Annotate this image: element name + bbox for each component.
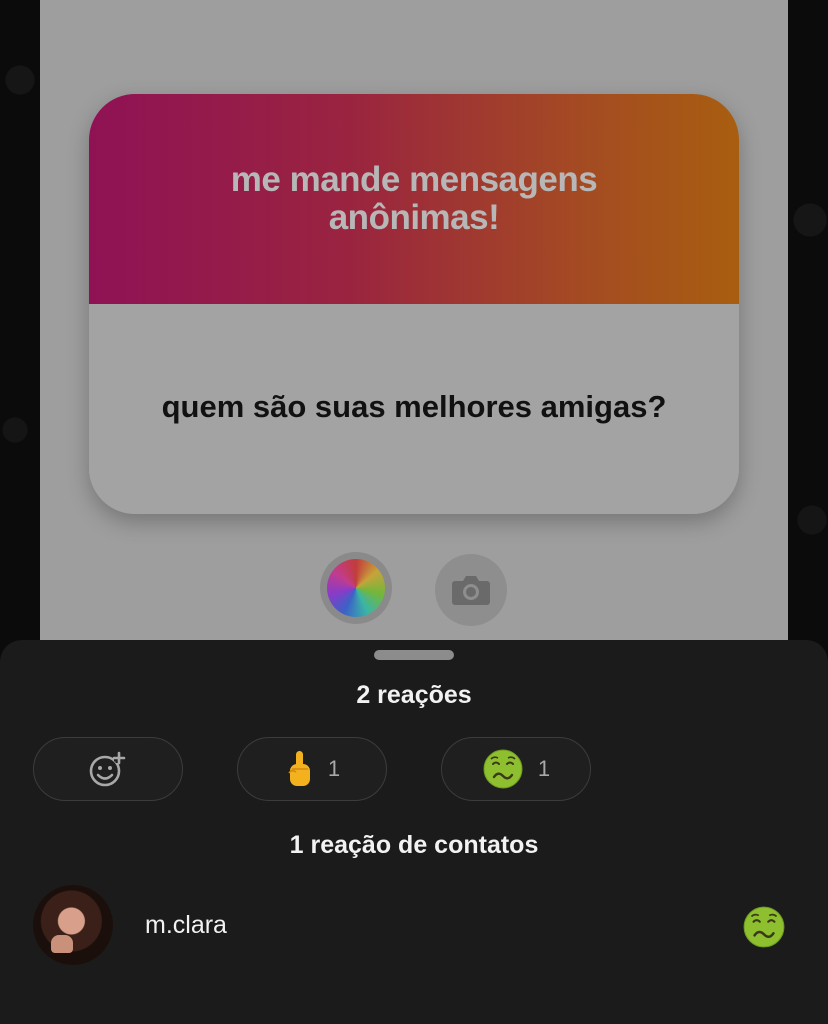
nauseated-face-emoji <box>483 749 523 789</box>
reaction-count: 1 <box>327 756 341 781</box>
middle-finger-emoji <box>288 751 310 786</box>
contact-name: m.clara <box>145 911 227 939</box>
contact-reaction-row[interactable]: m.clara <box>0 885 828 967</box>
camera-button[interactable] <box>435 554 507 626</box>
reaction-count: 1 <box>537 756 551 781</box>
question-sticker-header: me mande mensagens anônimas! <box>89 94 739 304</box>
reaction-pill-middle-finger[interactable]: 1 <box>237 737 387 801</box>
reactions-count-title: 2 reações <box>356 681 472 709</box>
sheet-drag-handle[interactable] <box>374 650 454 660</box>
question-text: quem são suas melhores amigas? <box>161 389 667 424</box>
question-sticker[interactable]: me mande mensagens anônimas! quem são su… <box>89 94 739 514</box>
contact-reaction-emoji <box>742 905 786 954</box>
reaction-pill-nauseated[interactable]: 1 <box>441 737 591 801</box>
camera-icon <box>452 576 490 605</box>
add-reaction-icon <box>89 751 126 787</box>
question-sticker-title: me mande mensagens anônimas! <box>230 160 598 237</box>
add-reaction-button[interactable] <box>33 737 183 801</box>
nauseated-face-emoji <box>743 906 785 948</box>
question-sticker-body: quem são suas melhores amigas? <box>89 304 739 514</box>
color-wheel-icon <box>327 559 385 617</box>
reactions-sheet: 2 reações 1 1 1 reação de contatos m.cla… <box>0 640 828 1024</box>
avatar[interactable] <box>33 885 113 965</box>
contacts-reactions-title: 1 reação de contatos <box>289 831 539 859</box>
color-picker-button[interactable] <box>320 552 392 624</box>
